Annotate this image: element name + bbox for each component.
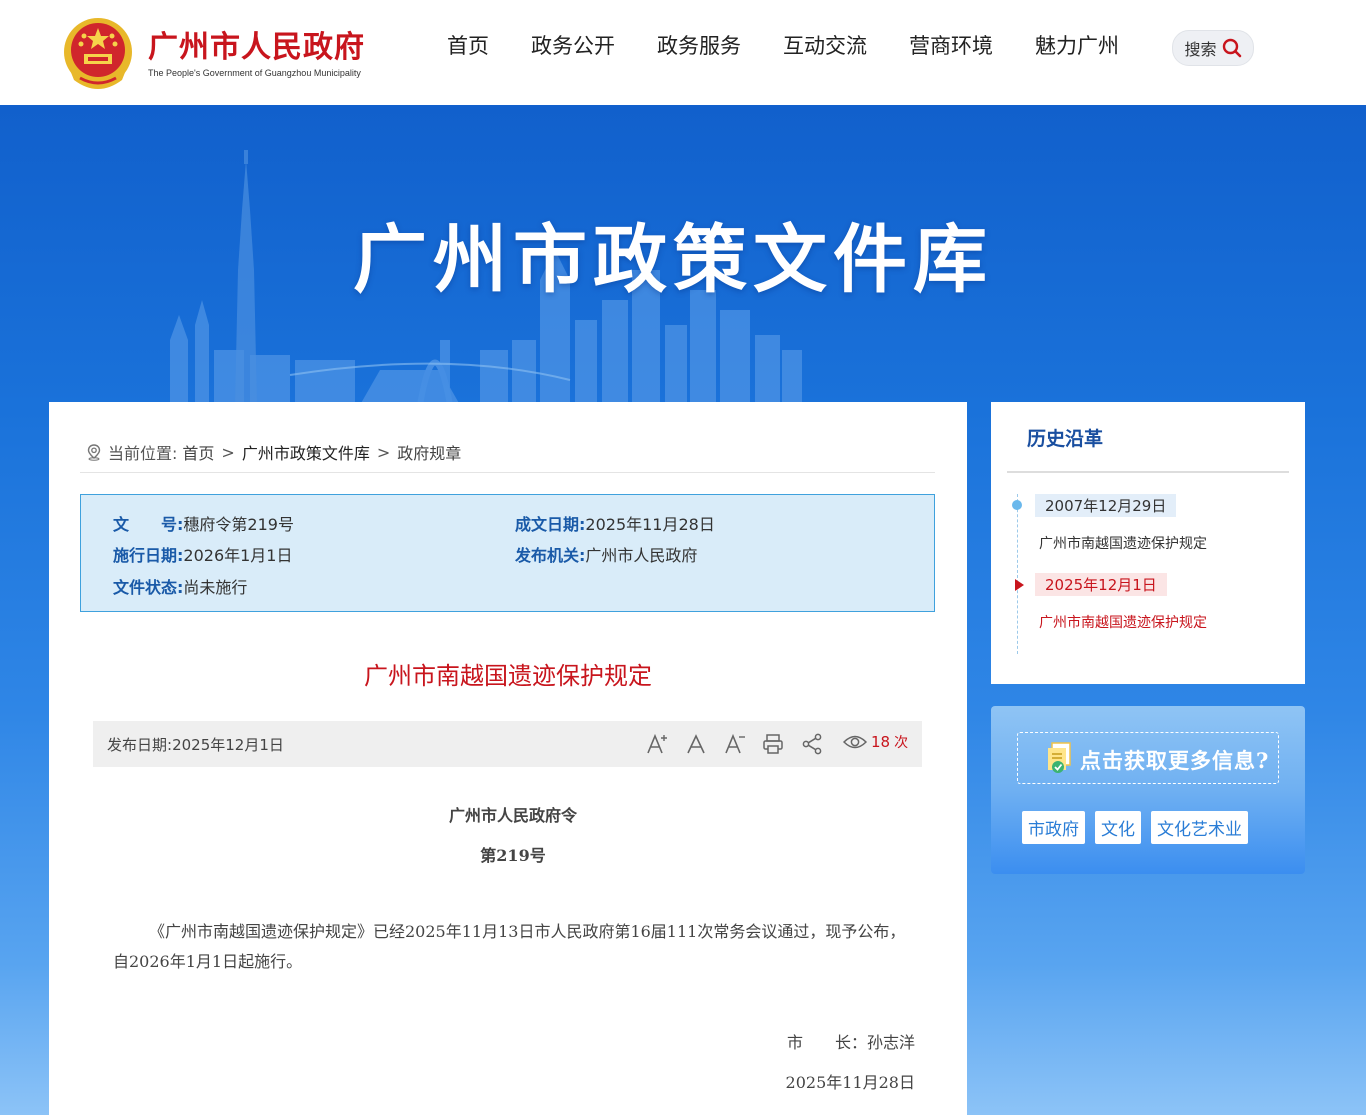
meta-effective-date: 施行日期:2026年1月1日 xyxy=(113,542,293,566)
search-label: 搜索 xyxy=(1184,40,1217,59)
breadcrumb-policy-library[interactable]: 广州市政策文件库 xyxy=(242,440,370,464)
search-icon xyxy=(1222,38,1241,58)
nav-item-gov-services[interactable]: 政务服务 xyxy=(657,30,741,60)
divider xyxy=(1007,471,1289,473)
document-title: 广州市南越国遗迹保护规定 xyxy=(364,662,652,690)
timeline-item-current[interactable]: 广州市南越国遗迹保护规定 xyxy=(1039,612,1207,632)
meta-effective-value: 2026年1月1日 xyxy=(183,546,293,565)
document-check-icon xyxy=(1048,742,1071,773)
breadcrumb-prefix: 当前位置: xyxy=(108,444,178,463)
tag-city-government[interactable]: 市政府 xyxy=(1022,811,1085,844)
font-decrease-icon[interactable] xyxy=(723,732,747,756)
meta-doc-number-value: 穗府令第219号 xyxy=(183,515,294,534)
publish-date-value: 2025年12月1日 xyxy=(172,736,284,754)
main-content-panel: 当前位置: 首页 > 广州市政策文件库 > 政府规章 文 号:穗府令第219号 … xyxy=(49,402,967,1115)
timeline-dot xyxy=(1012,500,1022,510)
meta-doc-number-label: 文 号: xyxy=(113,515,184,534)
nav-item-interaction[interactable]: 互动交流 xyxy=(783,30,867,60)
document-toolbar: 发布日期:2025年12月1日 18 次 xyxy=(93,721,922,767)
meta-created-value: 2025年11月28日 xyxy=(585,515,715,534)
more-info-label: 点击获取更多信息? xyxy=(1080,748,1270,773)
decree-number: 第219号 xyxy=(480,846,546,865)
meta-issuer-label: 发布机关: xyxy=(515,546,586,565)
meta-issuer-value: 广州市人民政府 xyxy=(585,546,698,565)
main-nav: 首页 政务公开 政务服务 互动交流 营商环境 魅力广州 xyxy=(426,30,1140,60)
banner-title: 广州市政策文件库 xyxy=(353,217,993,303)
divider xyxy=(80,472,935,473)
national-emblem-logo[interactable] xyxy=(62,14,134,92)
nav-item-charm-guangzhou[interactable]: 魅力广州 xyxy=(1035,30,1119,60)
publish-date-label: 发布日期: xyxy=(107,736,173,754)
site-name-english: The People's Government of Guangzhou Mun… xyxy=(148,68,361,78)
view-count: 18 次 xyxy=(843,732,908,752)
tag-culture[interactable]: 文化 xyxy=(1095,811,1141,844)
timeline-date-past: 2007年12月29日 xyxy=(1035,494,1177,517)
timeline-axis xyxy=(1017,494,1018,654)
view-count-value: 18 xyxy=(871,733,891,751)
meta-effective-label: 施行日期: xyxy=(113,546,184,565)
meta-doc-number: 文 号:穗府令第219号 xyxy=(113,511,294,535)
signature-date: 2025年11月28日 xyxy=(785,1073,915,1092)
document-body-paragraph: 《广州市南越国遗迹保护规定》已经2025年11月13日市人民政府第16届111次… xyxy=(113,922,906,971)
meta-status-value: 尚未施行 xyxy=(183,578,248,597)
signature: 市 长：孙志洋 xyxy=(786,1033,915,1052)
tag-arts-industry[interactable]: 文化艺术业 xyxy=(1151,811,1248,844)
view-count-unit: 次 xyxy=(894,735,909,751)
meta-created-date: 成文日期:2025年11月28日 xyxy=(515,511,715,535)
nav-item-gov-affairs[interactable]: 政务公开 xyxy=(531,30,615,60)
print-icon[interactable] xyxy=(761,732,785,756)
breadcrumb-separator: > xyxy=(221,442,235,462)
meta-status: 文件状态:尚未施行 xyxy=(113,574,247,598)
document-metadata-box: 文 号:穗府令第219号 成文日期:2025年11月28日 施行日期:2026年… xyxy=(80,494,935,612)
breadcrumb: 当前位置: 首页 > 广州市政策文件库 > 政府规章 xyxy=(85,440,461,464)
site-header: 广州市人民政府 The People's Government of Guang… xyxy=(0,0,1366,105)
timeline-current-arrow-icon xyxy=(1015,579,1024,591)
nav-item-business-env[interactable]: 营商环境 xyxy=(909,30,993,60)
more-info-button[interactable]: 点击获取更多信息? xyxy=(1017,732,1279,784)
share-icon[interactable] xyxy=(800,732,824,756)
site-name[interactable]: 广州市人民政府 xyxy=(148,22,365,66)
breadcrumb-separator: > xyxy=(376,442,391,462)
search-button[interactable]: 搜索 xyxy=(1172,30,1254,66)
history-panel: 历史沿革 2007年12月29日 广州市南越国遗迹保护规定 2025年12月1日… xyxy=(991,402,1305,684)
topic-tags: 市政府 文化 文化艺术业 xyxy=(1022,811,1248,844)
eye-icon xyxy=(843,735,867,749)
breadcrumb-home[interactable]: 首页 xyxy=(182,440,214,464)
font-increase-icon[interactable] xyxy=(645,732,669,756)
more-info-panel: 点击获取更多信息? 市政府 文化 文化艺术业 xyxy=(991,706,1305,874)
meta-issuer: 发布机关:广州市人民政府 xyxy=(515,542,697,566)
meta-status-label: 文件状态: xyxy=(113,578,184,597)
history-title: 历史沿革 xyxy=(1027,428,1104,450)
decree-title: 广州市人民政府令 xyxy=(448,806,577,825)
publish-date: 发布日期:2025年12月1日 xyxy=(107,734,284,755)
location-pin-icon xyxy=(87,444,101,461)
font-default-icon[interactable] xyxy=(684,732,708,756)
meta-created-label: 成文日期: xyxy=(515,515,586,534)
nav-item-home[interactable]: 首页 xyxy=(447,30,489,60)
timeline-date-current: 2025年12月1日 xyxy=(1035,573,1167,596)
timeline-item-past[interactable]: 广州市南越国遗迹保护规定 xyxy=(1039,533,1207,553)
breadcrumb-current[interactable]: 政府规章 xyxy=(397,440,461,464)
